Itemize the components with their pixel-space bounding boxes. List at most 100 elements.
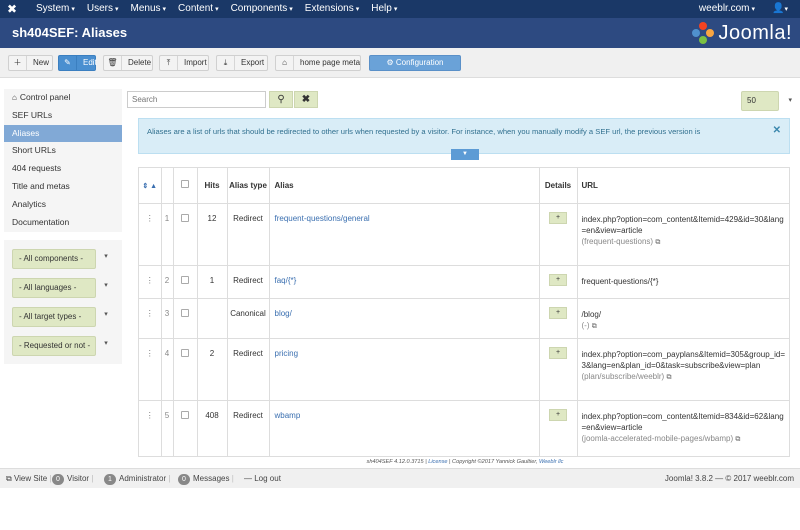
menu-system[interactable]: System ▾ bbox=[30, 0, 81, 18]
search-input[interactable] bbox=[132, 92, 265, 107]
close-icon[interactable]: ✕ bbox=[773, 125, 781, 136]
delete-button-label: Delete bbox=[128, 58, 152, 67]
menu-extensions[interactable]: Extensions ▾ bbox=[299, 0, 365, 18]
sidebar-item-sef-urls[interactable]: SEF URLs bbox=[4, 107, 122, 125]
search-button[interactable]: ⚲ bbox=[269, 91, 293, 108]
row-hits bbox=[197, 298, 228, 339]
list-limit-select[interactable]: 50 ▾ bbox=[741, 91, 792, 111]
external-link-icon[interactable]: ⧉ bbox=[592, 323, 597, 330]
chevron-down-icon: ▾ bbox=[355, 6, 360, 13]
row-alias-link[interactable]: blog/ bbox=[269, 298, 540, 339]
row-number: 4 bbox=[161, 338, 174, 401]
select-all-checkbox[interactable] bbox=[181, 180, 189, 189]
admin-count[interactable]: 1 Administrator | bbox=[104, 469, 170, 489]
external-link-icon[interactable]: ⧉ bbox=[666, 374, 671, 381]
import-button[interactable]: ⤒ Import bbox=[159, 55, 209, 71]
filter-components[interactable]: - All components - ▾ bbox=[12, 249, 116, 269]
drag-handle-icon[interactable]: ⋮ bbox=[139, 265, 162, 299]
export-button[interactable]: ⤓ Export bbox=[216, 55, 268, 71]
sidebar-item-title-and-metas[interactable]: Title and metas bbox=[4, 178, 122, 196]
menu-menus[interactable]: Menus ▾ bbox=[125, 0, 173, 18]
row-alias-link[interactable]: frequent-questions/general bbox=[269, 203, 540, 266]
user-icon: 👤 bbox=[772, 3, 785, 14]
configuration-button[interactable]: ⚙ Configuration bbox=[369, 55, 461, 71]
row-url: index.php?option=com_payplans&Itemid=305… bbox=[581, 349, 785, 370]
edit-button-label: Edit bbox=[83, 58, 97, 67]
clear-search-button[interactable]: ✖ bbox=[294, 91, 318, 108]
sidebar-item-analytics[interactable]: Analytics bbox=[4, 196, 122, 214]
sidebar-item-documentation[interactable]: Documentation bbox=[4, 214, 122, 232]
download-icon: ⤓ bbox=[217, 56, 235, 70]
joomla-x-icon[interactable]: ✖ bbox=[5, 2, 19, 16]
alias-type-header[interactable]: Alias type bbox=[227, 168, 270, 204]
filter-target-types-select[interactable]: - All target types - bbox=[12, 307, 96, 327]
edit-button[interactable]: ✎ Edit bbox=[58, 55, 97, 71]
url-header[interactable]: URL bbox=[577, 168, 789, 204]
row-checkbox[interactable] bbox=[181, 213, 189, 222]
details-button[interactable]: + bbox=[549, 211, 567, 224]
filter-target-types[interactable]: - All target types - ▾ bbox=[12, 307, 116, 327]
user-menu[interactable]: 👤▾ bbox=[772, 0, 788, 19]
details-button[interactable]: + bbox=[549, 273, 567, 286]
new-button[interactable]: ＋ New bbox=[8, 55, 53, 71]
home-icon: ⌂ bbox=[276, 56, 294, 70]
row-checkbox[interactable] bbox=[181, 410, 189, 419]
filter-languages-select[interactable]: - All languages - bbox=[12, 278, 96, 298]
external-link-icon[interactable]: ⧉ bbox=[655, 239, 660, 246]
filter-components-select[interactable]: - All components - bbox=[12, 249, 96, 269]
drag-handle-icon[interactable]: ⋮ bbox=[139, 298, 162, 339]
delete-button[interactable]: 🗑 Delete bbox=[103, 55, 153, 71]
site-link[interactable]: weeblr.com ▾ bbox=[699, 0, 755, 19]
menu-components[interactable]: Components ▾ bbox=[225, 0, 299, 18]
sidebar-item-404-requests[interactable]: 404 requests bbox=[4, 160, 122, 178]
license-link[interactable]: License bbox=[428, 459, 447, 465]
details-button[interactable]: + bbox=[549, 306, 567, 319]
alias-header[interactable]: Alias bbox=[269, 168, 540, 204]
row-alias-link[interactable]: faq/{*} bbox=[269, 265, 540, 299]
menu-content[interactable]: Content ▾ bbox=[172, 0, 225, 18]
details-button[interactable]: + bbox=[549, 346, 567, 359]
chevron-down-icon: ▾ bbox=[104, 340, 108, 347]
drag-handle-icon[interactable]: ⋮ bbox=[139, 203, 162, 266]
drag-handle-icon[interactable]: ⋮ bbox=[139, 338, 162, 401]
home-page-meta-button[interactable]: ⌂ home page meta bbox=[275, 55, 361, 71]
menu-extensions-label: Extensions bbox=[304, 3, 354, 14]
search-field[interactable] bbox=[127, 91, 266, 108]
row-url-cell: index.php?option=com_content&Itemid=429&… bbox=[577, 203, 789, 266]
sidebar-item-short-urls[interactable]: Short URLs bbox=[4, 142, 122, 160]
view-site-link[interactable]: ⧉ View Site | bbox=[6, 469, 51, 489]
notice-text: Aliases are a list of urls that should b… bbox=[147, 127, 701, 136]
visitor-count[interactable]: 0 Visitor | bbox=[52, 469, 93, 489]
row-checkbox[interactable] bbox=[181, 348, 189, 357]
sort-order-header[interactable]: ⇕ ▲ bbox=[139, 168, 162, 204]
menu-help[interactable]: Help ▾ bbox=[365, 0, 403, 18]
logout-link[interactable]: — Log out bbox=[244, 469, 281, 489]
filter-requested-select[interactable]: - Requested or not - bbox=[12, 336, 96, 356]
row-checkbox[interactable] bbox=[181, 275, 189, 284]
filter-languages[interactable]: - All languages - ▾ bbox=[12, 278, 116, 298]
drag-handle-icon[interactable]: ⋮ bbox=[139, 400, 162, 456]
external-link-icon[interactable]: ⧉ bbox=[735, 436, 740, 443]
row-checkbox[interactable] bbox=[181, 308, 189, 317]
expand-notice-button[interactable]: ▼ bbox=[451, 149, 479, 160]
chevron-down-icon: ▾ bbox=[784, 6, 788, 13]
hits-header[interactable]: Hits bbox=[197, 168, 228, 204]
messages-count-badge: 0 bbox=[178, 474, 190, 485]
chevron-down-icon: ▾ bbox=[393, 6, 398, 13]
company-link[interactable]: Weeblr llc bbox=[539, 459, 563, 465]
menu-users[interactable]: Users ▾ bbox=[81, 0, 125, 18]
menu-menus-label: Menus bbox=[130, 3, 161, 14]
aliases-table: ⇕ ▲ Hits Alias type Alias Details URL ⋮ … bbox=[138, 167, 790, 457]
sidebar-item-label: Short URLs bbox=[12, 145, 56, 156]
menu-system-label: System bbox=[36, 3, 70, 14]
sidebar-item-aliases[interactable]: Aliases bbox=[4, 124, 122, 143]
details-button[interactable]: + bbox=[549, 408, 567, 421]
row-checkbox-cell bbox=[173, 400, 198, 456]
filter-requested[interactable]: - Requested or not - ▾ bbox=[12, 336, 116, 356]
row-alias-link[interactable]: wbamp bbox=[269, 400, 540, 456]
table-row: ⋮ 2 1 Redirect faq/{*} + frequent-questi… bbox=[139, 265, 789, 299]
logout-label: Log out bbox=[254, 474, 281, 483]
sidebar-item-control-panel[interactable]: ⌂ Control panel bbox=[4, 89, 122, 107]
row-alias-link[interactable]: pricing bbox=[269, 338, 540, 401]
messages-count[interactable]: 0 Messages | bbox=[178, 469, 234, 489]
